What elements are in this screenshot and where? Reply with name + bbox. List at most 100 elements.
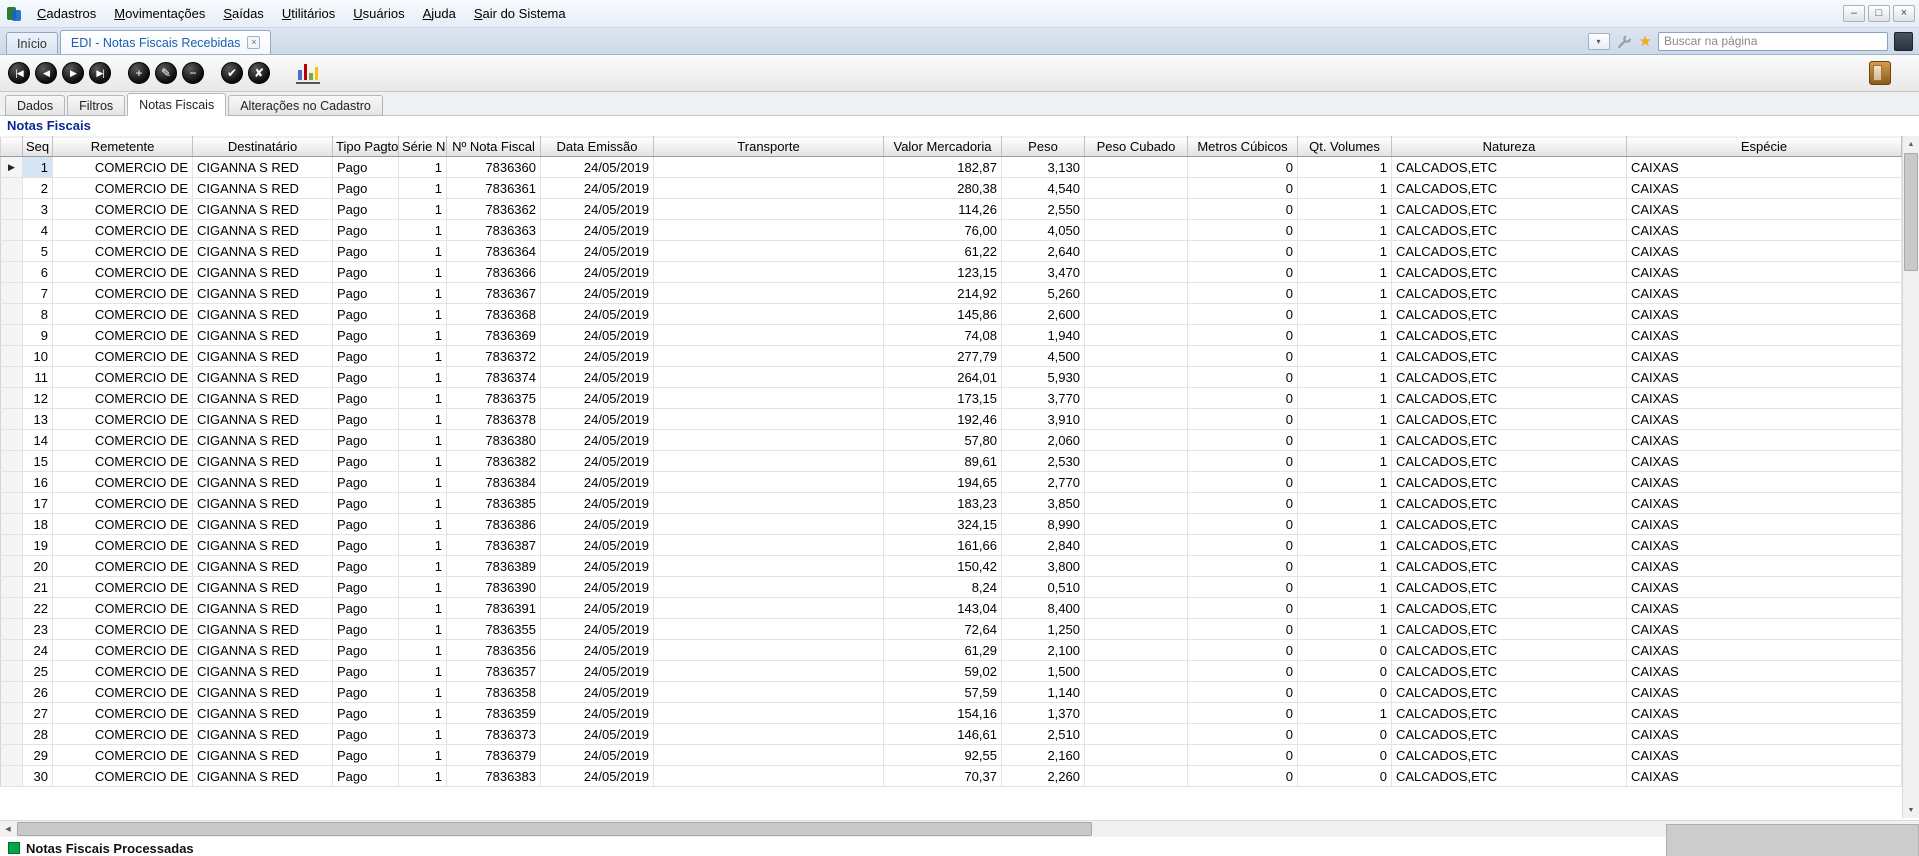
col-header-especie[interactable]: Espécie (1627, 137, 1902, 157)
col-header-metros_cubicos[interactable]: Metros Cúbicos (1188, 137, 1298, 157)
col-header-serie_nf[interactable]: Série NF (399, 137, 447, 157)
subtab-filtros[interactable]: Filtros (67, 95, 125, 116)
col-header-remetente[interactable]: Remetente (53, 137, 193, 157)
scroll-left-icon[interactable]: ◀ (0, 821, 16, 837)
table-row[interactable]: ▶1COMERCIO DECIGANNA S REDPago1783636024… (1, 157, 1902, 178)
page-search-input[interactable] (1658, 32, 1888, 51)
cell-qt_volumes: 1 (1298, 157, 1392, 178)
col-header-peso[interactable]: Peso (1002, 137, 1085, 157)
table-row[interactable]: 15COMERCIO DECIGANNA S REDPago1783638224… (1, 451, 1902, 472)
table-row[interactable]: 10COMERCIO DECIGANNA S REDPago1783637224… (1, 346, 1902, 367)
cancel-button[interactable]: ✘ (248, 62, 270, 84)
table-row[interactable]: 14COMERCIO DECIGANNA S REDPago1783638024… (1, 430, 1902, 451)
table-row[interactable]: 25COMERCIO DECIGANNA S REDPago1783635724… (1, 661, 1902, 682)
search-options-button[interactable] (1894, 32, 1913, 51)
table-row[interactable]: 24COMERCIO DECIGANNA S REDPago1783635624… (1, 640, 1902, 661)
subtab-notas-fiscais[interactable]: Notas Fiscais (127, 93, 226, 116)
minimize-button[interactable]: – (1843, 5, 1865, 22)
restore-button[interactable]: □ (1868, 5, 1890, 22)
cell-num_nota: 7836372 (447, 346, 541, 367)
cell-data_emissao: 24/05/2019 (541, 304, 654, 325)
cell-transporte (654, 220, 884, 241)
menu-saidas[interactable]: Saídas (214, 0, 272, 27)
table-row[interactable]: 7COMERCIO DECIGANNA S REDPago1783636724/… (1, 283, 1902, 304)
vertical-scrollbar[interactable]: ▲ ▼ (1902, 136, 1919, 818)
close-button[interactable]: × (1893, 5, 1915, 22)
delete-record-button[interactable]: − (182, 62, 204, 84)
cell-especie: CAIXAS (1627, 451, 1902, 472)
cell-transporte (654, 178, 884, 199)
edit-record-button[interactable]: ✎ (155, 62, 177, 84)
table-row[interactable]: 29COMERCIO DECIGANNA S REDPago1783637924… (1, 745, 1902, 766)
tab-edi-notas-fiscais-recebidas[interactable]: EDI - Notas Fiscais Recebidas× (60, 30, 272, 54)
table-row[interactable]: 6COMERCIO DECIGANNA S REDPago1783636624/… (1, 262, 1902, 283)
col-header-tipo_pagto[interactable]: Tipo Pagto (333, 137, 399, 157)
cell-especie: CAIXAS (1627, 388, 1902, 409)
menu-ajuda[interactable]: Ajuda (414, 0, 465, 27)
next-record-button[interactable]: ▶ (62, 62, 84, 84)
table-row[interactable]: 12COMERCIO DECIGANNA S REDPago1783637524… (1, 388, 1902, 409)
table-row[interactable]: 3COMERCIO DECIGANNA S REDPago1783636224/… (1, 199, 1902, 220)
table-row[interactable]: 17COMERCIO DECIGANNA S REDPago1783638524… (1, 493, 1902, 514)
horizontal-scrollbar[interactable]: ◀ ▶ (0, 820, 1919, 837)
table-row[interactable]: 8COMERCIO DECIGANNA S REDPago1783636824/… (1, 304, 1902, 325)
wrench-icon[interactable] (1616, 33, 1633, 50)
table-row[interactable]: 28COMERCIO DECIGANNA S REDPago1783637324… (1, 724, 1902, 745)
table-row[interactable]: 9COMERCIO DECIGANNA S REDPago1783636924/… (1, 325, 1902, 346)
cell-num_nota: 7836379 (447, 745, 541, 766)
col-header-natureza[interactable]: Natureza (1392, 137, 1627, 157)
prior-record-button[interactable]: ◀ (35, 62, 57, 84)
col-header-num_nota[interactable]: Nº Nota Fiscal (447, 137, 541, 157)
table-row[interactable]: 18COMERCIO DECIGANNA S REDPago1783638624… (1, 514, 1902, 535)
table-row[interactable]: 26COMERCIO DECIGANNA S REDPago1783635824… (1, 682, 1902, 703)
tab-inicio[interactable]: Início (6, 32, 58, 54)
vertical-scroll-thumb[interactable] (1904, 153, 1918, 271)
table-row[interactable]: 13COMERCIO DECIGANNA S REDPago1783637824… (1, 409, 1902, 430)
cell-natureza: CALCADOS,ETC (1392, 178, 1627, 199)
table-row[interactable]: 4COMERCIO DECIGANNA S REDPago1783636324/… (1, 220, 1902, 241)
col-header-qt_volumes[interactable]: Qt. Volumes (1298, 137, 1392, 157)
last-record-button[interactable]: ▶| (89, 62, 111, 84)
table-row[interactable]: 20COMERCIO DECIGANNA S REDPago1783638924… (1, 556, 1902, 577)
col-header-data_emissao[interactable]: Data Emissão (541, 137, 654, 157)
table-row[interactable]: 21COMERCIO DECIGANNA S REDPago1783639024… (1, 577, 1902, 598)
table-row[interactable]: 2COMERCIO DECIGANNA S REDPago1783636124/… (1, 178, 1902, 199)
menu-sair-do-sistema[interactable]: Sair do Sistema (465, 0, 575, 27)
scroll-down-icon[interactable]: ▼ (1903, 802, 1919, 818)
menu-cadastros[interactable]: Cadastros (28, 0, 105, 27)
table-row[interactable]: 23COMERCIO DECIGANNA S REDPago1783635524… (1, 619, 1902, 640)
cell-num_nota: 7836357 (447, 661, 541, 682)
cell-tipo_pagto: Pago (333, 220, 399, 241)
table-row[interactable]: 27COMERCIO DECIGANNA S REDPago1783635924… (1, 703, 1902, 724)
exit-button[interactable] (1869, 61, 1891, 85)
table-row[interactable]: 16COMERCIO DECIGANNA S REDPago1783638424… (1, 472, 1902, 493)
first-record-button[interactable]: |◀ (8, 62, 30, 84)
table-row[interactable]: 5COMERCIO DECIGANNA S REDPago1783636424/… (1, 241, 1902, 262)
col-header-destinatario[interactable]: Destinatário (193, 137, 333, 157)
col-header-valor_mercadoria[interactable]: Valor Mercadoria (884, 137, 1002, 157)
scroll-up-icon[interactable]: ▲ (1903, 136, 1919, 152)
cell-especie: CAIXAS (1627, 325, 1902, 346)
confirm-button[interactable]: ✔ (221, 62, 243, 84)
menu-usuarios[interactable]: Usuários (344, 0, 413, 27)
menu-utilitarios[interactable]: Utilitários (273, 0, 344, 27)
subtab-alteracoes-no-cadastro[interactable]: Alterações no Cadastro (228, 95, 383, 116)
chart-button[interactable] (296, 62, 320, 84)
tab-close-icon[interactable]: × (247, 36, 260, 49)
table-row[interactable]: 30COMERCIO DECIGANNA S REDPago1783638324… (1, 766, 1902, 787)
col-header-transporte[interactable]: Transporte (654, 137, 884, 157)
dropdown-button[interactable]: ▾ (1588, 33, 1610, 50)
cell-natureza: CALCADOS,ETC (1392, 682, 1627, 703)
col-header-seq[interactable]: Seq (23, 137, 53, 157)
subtab-dados[interactable]: Dados (5, 95, 65, 116)
col-header-peso_cubado[interactable]: Peso Cubado (1085, 137, 1188, 157)
menu-movimentacoes[interactable]: Movimentações (105, 0, 214, 27)
horizontal-scroll-thumb[interactable] (17, 822, 1092, 836)
insert-record-button[interactable]: + (128, 62, 150, 84)
cell-data_emissao: 24/05/2019 (541, 388, 654, 409)
table-row[interactable]: 11COMERCIO DECIGANNA S REDPago1783637424… (1, 367, 1902, 388)
cell-especie: CAIXAS (1627, 430, 1902, 451)
table-row[interactable]: 22COMERCIO DECIGANNA S REDPago1783639124… (1, 598, 1902, 619)
table-row[interactable]: 19COMERCIO DECIGANNA S REDPago1783638724… (1, 535, 1902, 556)
favorite-star-icon[interactable]: ★ (1639, 34, 1652, 49)
